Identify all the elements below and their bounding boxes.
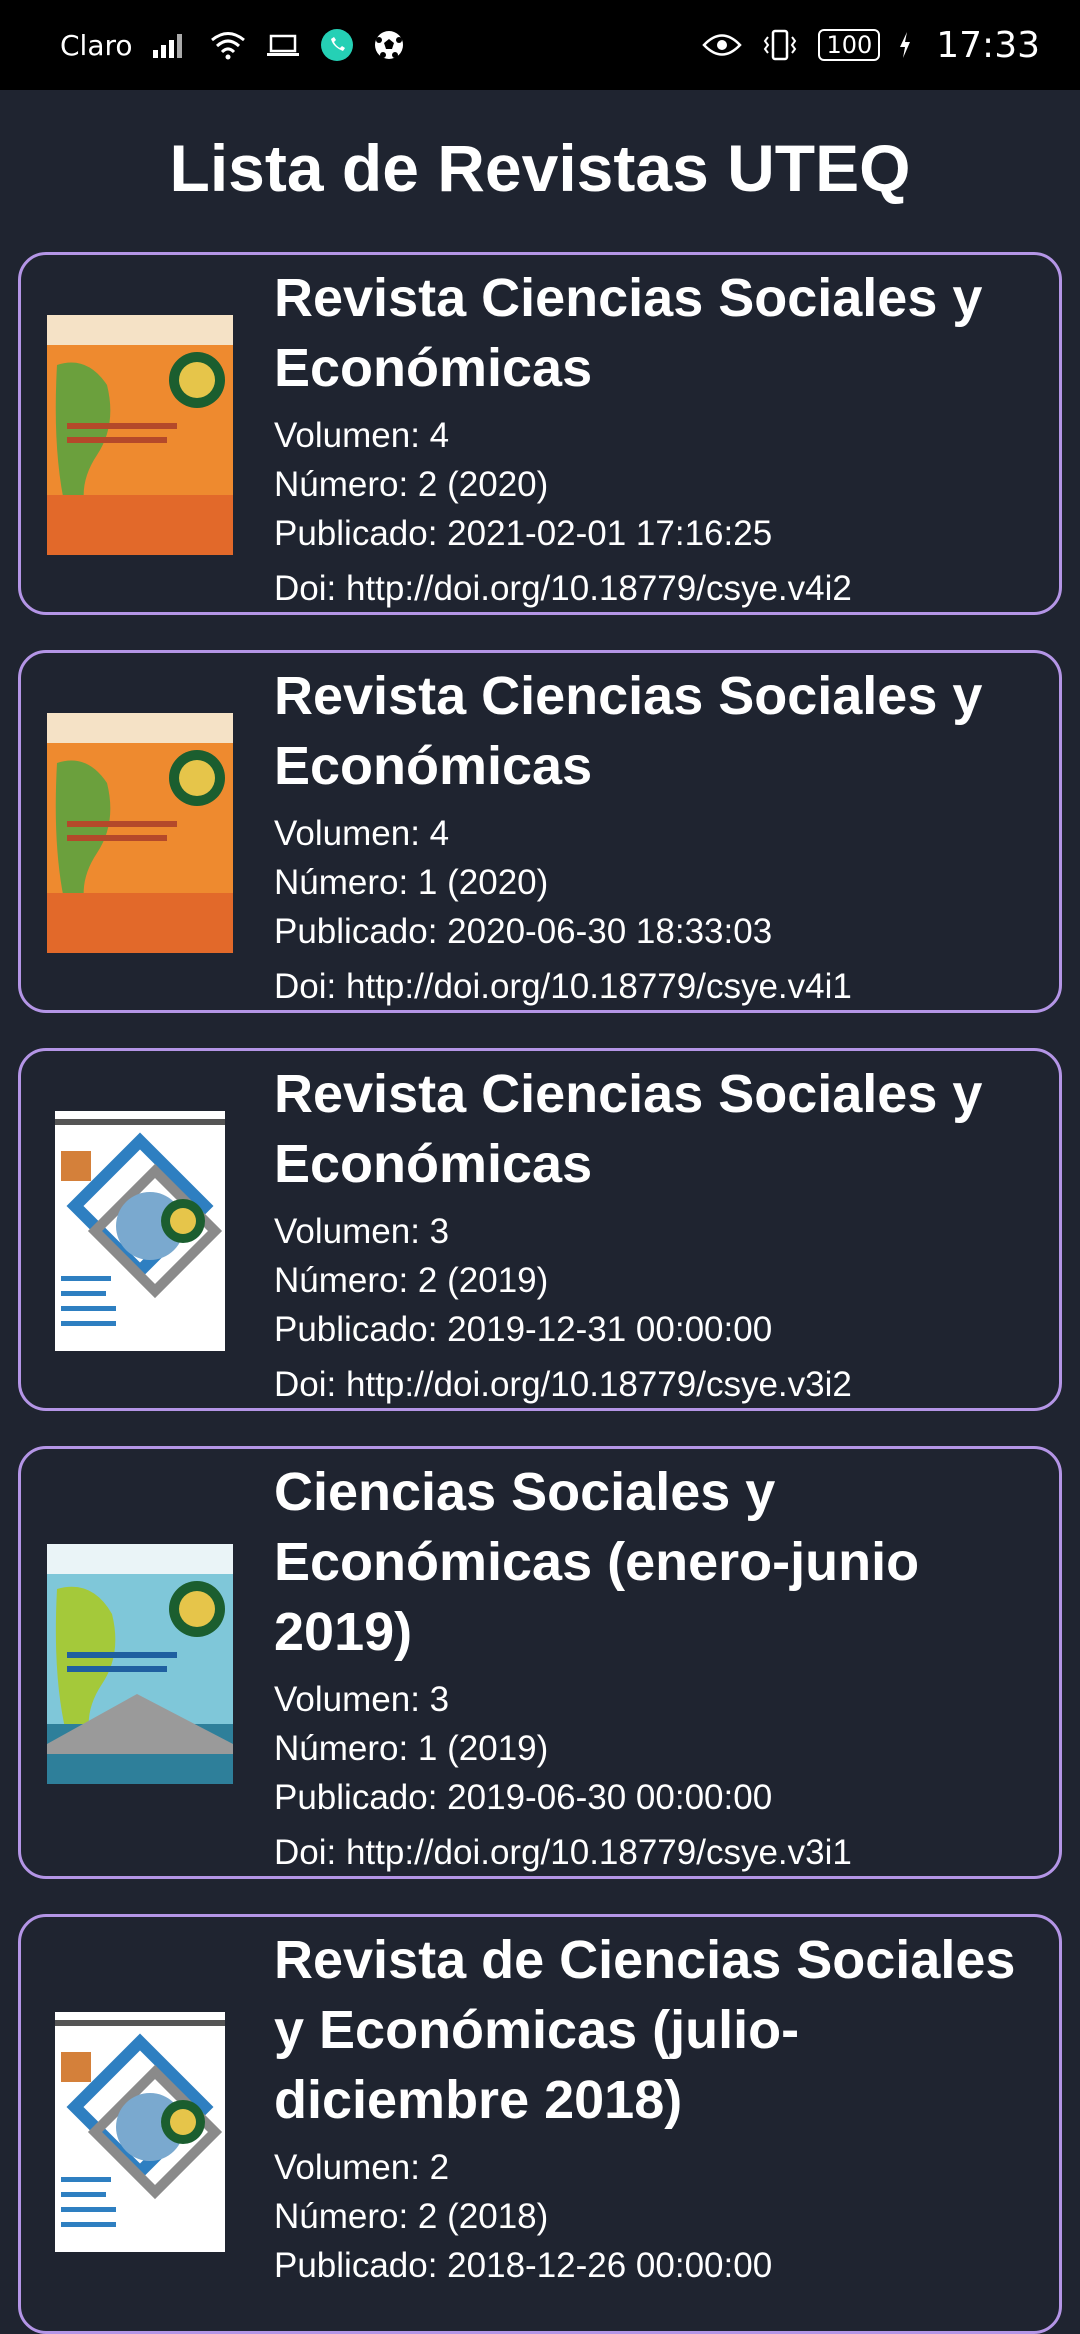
journal-number: Número: 2 (2018) — [274, 2197, 549, 2236]
journal-title: Revista de Ciencias Sociales y Económica… — [274, 1930, 1016, 2130]
journal-volume: Volumen: 3 — [274, 1212, 450, 1251]
journal-number: Número: 1 (2020) — [274, 863, 549, 902]
journal-cover-image — [47, 1544, 233, 1784]
journal-number: Número: 2 (2020) — [274, 465, 549, 504]
journal-volume: Volumen: 3 — [274, 1680, 450, 1719]
battery-level: 100 — [818, 29, 881, 61]
whatsapp-icon — [319, 27, 355, 63]
journal-number: Número: 2 (2019) — [274, 1261, 549, 1300]
clock: 17:33 — [936, 24, 1040, 66]
journal-number: Número: 1 (2019) — [274, 1729, 549, 1768]
journal-card[interactable]: Revista de Ciencias Sociales y Económica… — [18, 1914, 1062, 2334]
journal-doi: Doi: http://doi.org/10.18779/csye.v3i2 — [274, 1365, 852, 1404]
journal-doi: Doi: http://doi.org/10.18779/csye.v4i2 — [274, 569, 852, 608]
journal-title: Ciencias Sociales y Económicas (enero-ju… — [274, 1462, 920, 1662]
journal-cover-image — [47, 315, 233, 555]
journal-published-date: Publicado: 2019-06-30 00:00:00 — [274, 1778, 773, 1817]
laptop-icon — [265, 30, 301, 60]
journal-title: Revista Ciencias Sociales y Económicas — [274, 268, 983, 398]
journal-cover-image — [55, 1111, 225, 1351]
journal-cover-image — [47, 713, 233, 953]
signal-icon — [151, 30, 191, 60]
page-title: Lista de Revistas UTEQ — [169, 131, 911, 205]
wifi-icon — [209, 30, 247, 60]
journal-doi: Doi: http://doi.org/10.18779/csye.v3i1 — [274, 1833, 852, 1872]
vibrate-icon — [760, 29, 800, 61]
journal-volume: Volumen: 2 — [274, 2148, 450, 2187]
journal-published-date: Publicado: 2018-12-26 00:00:00 — [274, 2246, 773, 2285]
journal-published-date: Publicado: 2020-06-30 18:33:03 — [274, 912, 773, 951]
journal-card[interactable]: Ciencias Sociales y Económicas (enero-ju… — [18, 1446, 1062, 1879]
journal-card[interactable]: Revista Ciencias Sociales y Económicas V… — [18, 252, 1062, 615]
journal-doi: Doi: http://doi.org/10.18779/csye.v4i1 — [274, 967, 852, 1006]
journal-published-date: Publicado: 2019-12-31 00:00:00 — [274, 1310, 773, 1349]
journal-card[interactable]: Revista Ciencias Sociales y Económicas V… — [18, 1048, 1062, 1411]
status-bar: Claro 100 17:33 — [0, 0, 1080, 90]
journal-volume: Volumen: 4 — [274, 416, 450, 455]
soccer-ball-icon — [373, 29, 405, 61]
eye-icon — [702, 32, 743, 58]
journal-published-date: Publicado: 2021-02-01 17:16:25 — [274, 514, 773, 553]
carrier-name: Claro — [60, 28, 133, 62]
charging-icon — [898, 31, 912, 59]
journal-cover-image — [55, 2012, 225, 2252]
journal-title: Revista Ciencias Sociales y Económicas — [274, 666, 983, 796]
journal-volume: Volumen: 4 — [274, 814, 450, 853]
journal-title: Revista Ciencias Sociales y Económicas — [274, 1064, 983, 1194]
journal-card[interactable]: Revista Ciencias Sociales y Económicas V… — [18, 650, 1062, 1013]
